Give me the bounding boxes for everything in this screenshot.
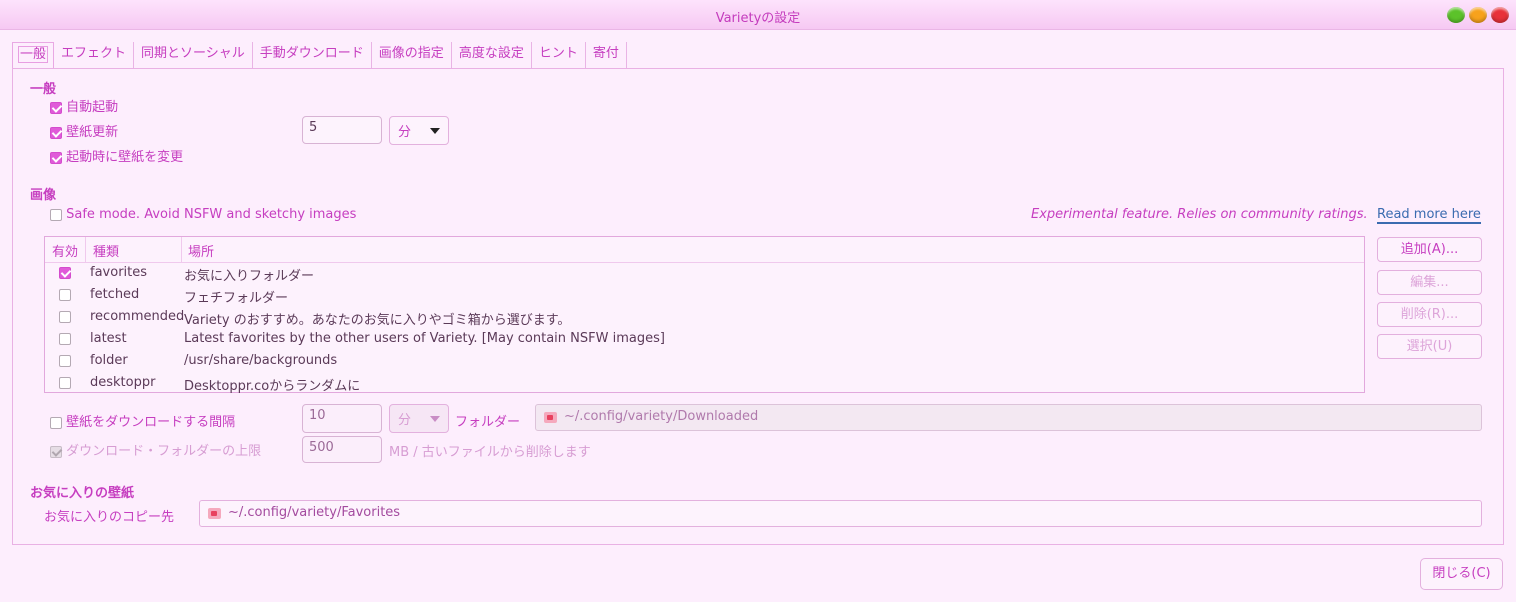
maximize-button[interactable] [1469, 7, 1487, 23]
remove-source-button[interactable]: 削除(R)... [1377, 302, 1482, 327]
download-folder-label: フォルダー [455, 415, 521, 430]
column-location[interactable]: 場所 [188, 241, 214, 260]
download-interval-input[interactable]: 10 [302, 404, 382, 433]
add-source-button[interactable]: 追加(A)... [1377, 237, 1482, 262]
tab-sync-social[interactable]: 同期とソーシャル [134, 42, 253, 68]
general-heading: 一般 [30, 82, 57, 97]
general-panel: 一般 自動起動 壁紙更新 5 分 起動時に壁紙を変更 画像 Safe mode.… [12, 68, 1504, 545]
images-heading: 画像 [30, 188, 57, 203]
row-type: folder [90, 353, 128, 368]
download-limit-input[interactable]: 500 [302, 436, 382, 463]
row-enabled-checkbox[interactable] [59, 355, 71, 367]
tab-donate[interactable]: 寄付 [586, 42, 627, 68]
experimental-note: Experimental feature. Relies on communit… [1031, 207, 1368, 222]
minimize-button[interactable] [1447, 7, 1465, 23]
change-wallpaper-checkbox[interactable] [50, 126, 62, 139]
download-interval-checkbox[interactable] [50, 416, 62, 429]
window-title: Varietyの設定 [715, 11, 801, 26]
row-location: /usr/share/backgrounds [184, 353, 338, 368]
row-location: Latest favorites by the other users of V… [184, 331, 665, 346]
folder-icon [544, 412, 557, 423]
close-button[interactable]: 閉じる(C) [1420, 558, 1503, 590]
favorites-folder-chooser[interactable]: ~/.config/variety/Favorites [199, 500, 1482, 527]
table-row[interactable]: desktoppr Desktoppr.coからランダムに [45, 373, 1364, 395]
column-enabled[interactable]: 有効 [52, 241, 78, 260]
row-location: お気に入りフォルダー [184, 269, 315, 284]
change-on-start-label: 起動時に壁紙を変更 [66, 150, 184, 165]
row-enabled-checkbox[interactable] [59, 267, 71, 279]
wallpaper-interval-unit-value: 分 [398, 125, 412, 140]
image-sources-table[interactable]: 有効 種類 場所 favorites お気に入りフォルダー fetched フェ… [44, 236, 1365, 395]
table-row[interactable]: favorites お気に入りフォルダー [45, 263, 1364, 285]
download-interval-label: 壁紙をダウンロードする間隔 [66, 415, 236, 430]
chevron-down-icon [430, 128, 440, 134]
chevron-down-icon [430, 416, 440, 422]
change-on-start-checkbox[interactable] [50, 151, 62, 164]
autostart-checkbox[interactable] [50, 101, 62, 114]
row-type: desktoppr [90, 375, 156, 390]
row-enabled-checkbox[interactable] [59, 377, 71, 389]
row-type: recommended [90, 309, 185, 324]
download-limit-label: ダウンロード・フォルダーの上限 [66, 444, 262, 459]
row-type: fetched [90, 287, 140, 302]
favorites-heading: お気に入りの壁紙 [30, 486, 135, 501]
download-interval-row[interactable]: 壁紙をダウンロードする間隔 [50, 411, 235, 430]
row-enabled-checkbox[interactable] [59, 289, 71, 301]
download-folder-path: ~/.config/variety/Downloaded [564, 409, 759, 424]
tab-general-label: 一般 [18, 46, 49, 63]
autostart-row[interactable]: 自動起動 [50, 96, 118, 115]
window-titlebar[interactable]: Varietyの設定 [0, 0, 1516, 30]
table-row[interactable]: recommended Variety のおすすめ。あなたのお気に入りやゴミ箱か… [45, 307, 1364, 329]
folder-icon [208, 508, 221, 519]
safe-mode-checkbox[interactable] [50, 208, 62, 221]
safe-mode-label: Safe mode. Avoid NSFW and sketchy images [66, 207, 357, 222]
favorites-folder-path: ~/.config/variety/Favorites [228, 505, 401, 520]
tab-effects[interactable]: エフェクト [54, 42, 135, 68]
safe-mode-row[interactable]: Safe mode. Avoid NSFW and sketchy images [50, 207, 356, 222]
tab-bar: 一般 エフェクト 同期とソーシャル 手動ダウンロード 画像の指定 高度な設定 ヒ… [12, 42, 627, 69]
select-source-button[interactable]: 選択(U) [1377, 334, 1482, 359]
wallpaper-interval-unit-select[interactable]: 分 [389, 116, 449, 145]
autostart-label: 自動起動 [66, 100, 119, 115]
download-limit-suffix: MB / 古いファイルから削除します [389, 445, 591, 460]
table-row[interactable]: fetched フェチフォルダー [45, 285, 1364, 307]
change-wallpaper-label: 壁紙更新 [66, 125, 119, 140]
row-location: フェチフォルダー [184, 291, 289, 306]
download-interval-unit-value: 分 [398, 413, 412, 428]
tab-image-sources[interactable]: 画像の指定 [372, 42, 452, 68]
tab-general[interactable]: 一般 [12, 42, 55, 68]
tab-advanced[interactable]: 高度な設定 [452, 42, 532, 68]
wallpaper-interval-input[interactable]: 5 [302, 116, 382, 144]
table-row[interactable]: folder /usr/share/backgrounds [45, 351, 1364, 373]
download-limit-checkbox[interactable] [50, 445, 62, 458]
table-row[interactable]: latest Latest favorites by the other use… [45, 329, 1364, 351]
change-wallpaper-row[interactable]: 壁紙更新 [50, 121, 118, 140]
tab-manual-download[interactable]: 手動ダウンロード [253, 42, 372, 68]
change-on-start-row[interactable]: 起動時に壁紙を変更 [50, 146, 183, 165]
download-limit-row[interactable]: ダウンロード・フォルダーの上限 [50, 440, 261, 459]
row-enabled-checkbox[interactable] [59, 311, 71, 323]
tab-tips[interactable]: ヒント [532, 42, 586, 68]
favorites-copy-label: お気に入りのコピー先 [44, 510, 175, 525]
row-enabled-checkbox[interactable] [59, 333, 71, 345]
read-more-link[interactable]: Read more here [1377, 207, 1481, 224]
row-type: favorites [90, 265, 148, 280]
edit-source-button[interactable]: 編集... [1377, 270, 1482, 295]
row-type: latest [90, 331, 127, 346]
close-window-button[interactable] [1491, 7, 1509, 23]
download-folder-chooser[interactable]: ~/.config/variety/Downloaded [535, 404, 1482, 431]
row-location: Desktoppr.coからランダムに [184, 379, 361, 394]
table-header: 有効 種類 場所 [45, 237, 1364, 263]
column-type[interactable]: 種類 [93, 241, 119, 260]
row-location: Variety のおすすめ。あなたのお気に入りやゴミ箱から選びます。 [184, 313, 571, 328]
download-interval-unit-select[interactable]: 分 [389, 404, 449, 433]
